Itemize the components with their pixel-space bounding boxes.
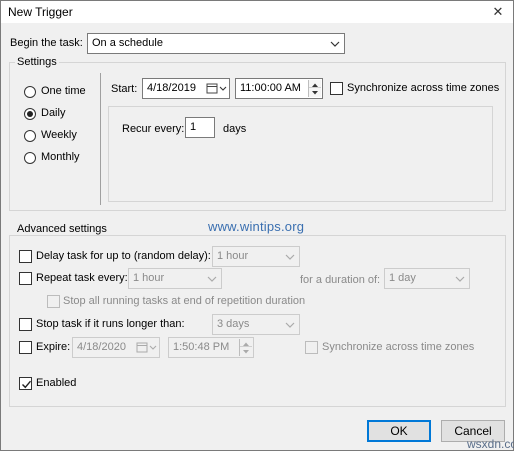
- radio-monthly-label: Monthly: [41, 151, 80, 163]
- delay-task-value: 1 hour: [217, 250, 249, 262]
- chevron-down-icon: [283, 317, 297, 332]
- start-time-value: 11:00:00 AM: [240, 82, 301, 94]
- sync-time-zones-checkbox[interactable]: [330, 82, 343, 95]
- delay-task-label: Delay task for up to (random delay):: [36, 250, 211, 262]
- expire-date-picker[interactable]: 4/18/2020: [72, 337, 160, 358]
- chevron-down-icon: [453, 271, 467, 286]
- spin-up-icon[interactable]: [309, 80, 321, 88]
- duration-value: 1 day: [389, 272, 416, 284]
- start-time-spinner[interactable]: [308, 80, 321, 97]
- recur-every-input[interactable]: 1: [185, 117, 215, 138]
- delay-task-checkbox[interactable]: [19, 250, 32, 263]
- chevron-down-icon: [283, 249, 297, 264]
- expire-time-field[interactable]: 1:50:48 PM: [168, 337, 254, 358]
- watermark-text: www.wintips.org: [208, 219, 305, 234]
- stop-running-checkbox[interactable]: [47, 295, 60, 308]
- corner-watermark: wsxdn.com: [467, 437, 514, 451]
- expire-sync-checkbox[interactable]: [305, 341, 318, 354]
- recur-unit-label: days: [223, 123, 247, 135]
- window-title: New Trigger: [8, 5, 73, 19]
- expire-checkbox[interactable]: [19, 341, 32, 354]
- new-trigger-dialog: New Trigger ✕ Begin the task: On a sched…: [0, 0, 514, 451]
- radio-one-time[interactable]: [24, 86, 36, 98]
- radio-daily-label: Daily: [41, 107, 66, 119]
- spin-down-icon[interactable]: [240, 347, 252, 355]
- begin-task-value: On a schedule: [92, 37, 163, 49]
- repeat-task-dropdown[interactable]: 1 hour: [128, 268, 222, 289]
- begin-task-label: Begin the task:: [10, 37, 83, 49]
- close-button[interactable]: ✕: [483, 1, 513, 23]
- recur-every-value: 1: [190, 121, 197, 133]
- repeat-task-value: 1 hour: [133, 272, 165, 284]
- recur-every-label: Recur every:: [122, 123, 185, 135]
- start-label: Start:: [111, 83, 138, 95]
- radio-one-time-label: One time: [41, 85, 86, 97]
- stop-longer-value: 3 days: [217, 318, 250, 330]
- start-date-picker[interactable]: 4/18/2019: [142, 78, 230, 99]
- checkmark-icon: [22, 380, 32, 389]
- recur-panel: [108, 106, 493, 202]
- settings-group-label: Settings: [15, 56, 59, 68]
- enabled-checkbox[interactable]: [19, 377, 32, 390]
- spin-down-icon[interactable]: [309, 88, 321, 96]
- calendar-icon[interactable]: [206, 81, 228, 96]
- expire-time-value: 1:50:48 PM: [173, 341, 230, 353]
- start-time-field[interactable]: 11:00:00 AM: [235, 78, 323, 99]
- settings-separator: [100, 73, 101, 205]
- expire-date-value: 4/18/2020: [77, 341, 126, 353]
- expire-time-spinner[interactable]: [239, 339, 252, 356]
- sync-time-zones-label: Synchronize across time zones: [347, 82, 500, 94]
- stop-longer-checkbox[interactable]: [19, 318, 32, 331]
- stop-longer-label: Stop task if it runs longer than:: [36, 318, 185, 330]
- chevron-down-icon: [328, 36, 342, 51]
- radio-weekly-label: Weekly: [41, 129, 77, 141]
- start-date-value: 4/18/2019: [147, 82, 196, 94]
- radio-daily[interactable]: [24, 108, 36, 120]
- enabled-label: Enabled: [36, 377, 77, 389]
- duration-label: for a duration of:: [300, 274, 381, 286]
- radio-monthly[interactable]: [24, 152, 36, 164]
- calendar-icon[interactable]: [136, 340, 158, 355]
- title-bar: New Trigger ✕: [1, 1, 513, 23]
- stop-longer-dropdown[interactable]: 3 days: [212, 314, 300, 335]
- repeat-task-checkbox[interactable]: [19, 272, 32, 285]
- chevron-down-icon: [205, 271, 219, 286]
- delay-task-dropdown[interactable]: 1 hour: [212, 246, 300, 267]
- radio-weekly[interactable]: [24, 130, 36, 142]
- duration-dropdown[interactable]: 1 day: [384, 268, 470, 289]
- ok-button[interactable]: OK: [367, 420, 431, 442]
- spin-up-icon[interactable]: [240, 339, 252, 347]
- repeat-task-label: Repeat task every:: [36, 272, 128, 284]
- expire-sync-label: Synchronize across time zones: [322, 341, 475, 353]
- expire-label: Expire:: [36, 341, 71, 353]
- stop-running-label: Stop all running tasks at end of repetit…: [63, 295, 306, 307]
- begin-task-dropdown[interactable]: On a schedule: [87, 33, 345, 54]
- advanced-settings-label: Advanced settings: [15, 223, 109, 235]
